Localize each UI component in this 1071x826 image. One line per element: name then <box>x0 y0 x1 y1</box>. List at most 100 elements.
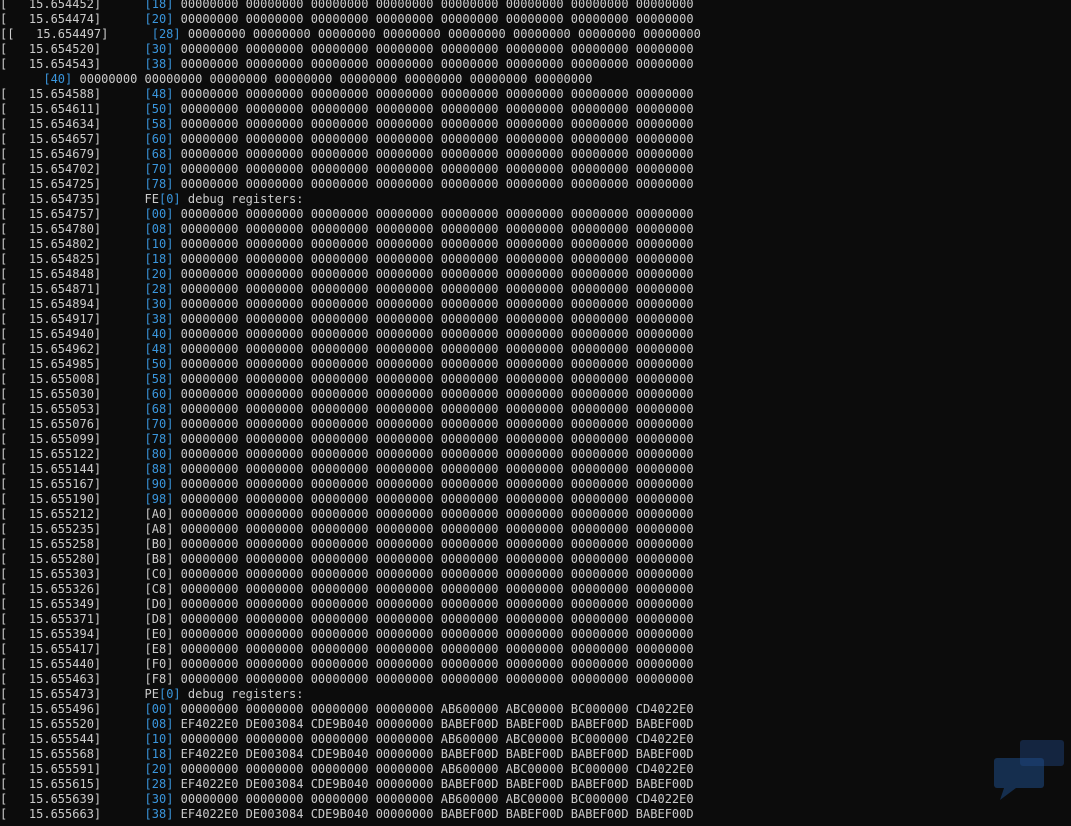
log-timestamp: [ 15.655076] <box>0 417 102 431</box>
register-values: 00000000 00000000 00000000 00000000 0000… <box>173 267 694 281</box>
register-values: 00000000 00000000 00000000 00000000 0000… <box>173 567 694 581</box>
register-values: 00000000 00000000 00000000 00000000 0000… <box>173 537 694 551</box>
register-offset: [A0] <box>144 507 174 521</box>
register-values: 00000000 00000000 00000000 00000000 0000… <box>173 117 694 131</box>
log-line: [ 15.655099] [78] 00000000 00000000 0000… <box>0 432 1071 447</box>
log-timestamp: [ 15.654962] <box>0 342 102 356</box>
register-values: EF4022E0 DE003084 CDE9B040 00000000 BABE… <box>173 717 694 731</box>
log-line: [ 15.655167] [90] 00000000 00000000 0000… <box>0 477 1071 492</box>
log-line: [ 15.655030] [60] 00000000 00000000 0000… <box>0 387 1071 402</box>
log-block-label: PE <box>144 687 159 701</box>
log-line: [ 15.655591] [20] 00000000 00000000 0000… <box>0 762 1071 777</box>
log-timestamp: [ 15.655280] <box>0 552 102 566</box>
register-offset: [38] <box>144 807 174 821</box>
register-values: EF4022E0 DE003084 CDE9B040 00000000 BABE… <box>173 747 694 761</box>
register-offset: [68] <box>144 147 174 161</box>
log-timestamp: [ 15.655463] <box>0 672 102 686</box>
log-timestamp <box>0 72 36 87</box>
register-values: 00000000 00000000 00000000 00000000 0000… <box>173 552 694 566</box>
log-line: [ 15.654520] [30] 00000000 00000000 0000… <box>0 42 1071 57</box>
register-values: 00000000 00000000 00000000 00000000 0000… <box>173 297 694 311</box>
register-values: 00000000 00000000 00000000 00000000 0000… <box>173 102 694 116</box>
log-timestamp: [ 15.655212] <box>0 507 102 521</box>
log-timestamp: [ 15.655663] <box>0 807 102 821</box>
log-timestamp: [ 15.654611] <box>0 102 102 116</box>
register-values: 00000000 00000000 00000000 00000000 0000… <box>173 357 694 371</box>
register-values: 00000000 00000000 00000000 00000000 0000… <box>173 372 694 386</box>
register-values: 00000000 00000000 00000000 00000000 AB60… <box>173 762 694 776</box>
log-line: [ 15.655663] [38] EF4022E0 DE003084 CDE9… <box>0 807 1071 822</box>
register-offset: [B8] <box>144 552 174 566</box>
register-values: 00000000 00000000 00000000 00000000 0000… <box>173 522 694 536</box>
log-timestamp: [ 15.655053] <box>0 402 102 416</box>
register-values: 00000000 00000000 00000000 00000000 0000… <box>173 462 694 476</box>
log-timestamp: [ 15.655235] <box>0 522 102 536</box>
log-line: [ 15.654611] [50] 00000000 00000000 0000… <box>0 102 1071 117</box>
log-timestamp: [ 15.654520] <box>0 42 102 56</box>
watermark-logo <box>994 740 1064 800</box>
log-timestamp: [ 15.654940] <box>0 327 102 341</box>
register-offset: [40] <box>144 327 174 341</box>
log-line: [ 15.654735] FE[0] debug registers: <box>0 192 1071 207</box>
register-values: 00000000 00000000 00000000 00000000 0000… <box>173 657 694 671</box>
register-offset: [E0] <box>144 627 174 641</box>
register-offset: [38] <box>144 57 174 71</box>
log-line: [ 15.655615] [28] EF4022E0 DE003084 CDE9… <box>0 777 1071 792</box>
register-offset: [28] <box>144 282 174 296</box>
register-values: 00000000 00000000 00000000 00000000 0000… <box>72 72 593 86</box>
register-offset: [B0] <box>144 537 174 551</box>
log-timestamp: [ 15.655122] <box>0 447 102 461</box>
register-offset: [98] <box>144 492 174 506</box>
register-values: 00000000 00000000 00000000 00000000 0000… <box>173 312 694 326</box>
log-line: [ 15.654725] [78] 00000000 00000000 0000… <box>0 177 1071 192</box>
log-timestamp: [ 15.654588] <box>0 87 102 101</box>
log-timestamp: [ 15.654871] <box>0 282 102 296</box>
register-values: 00000000 00000000 00000000 00000000 0000… <box>173 627 694 641</box>
log-timestamp: [ 15.654634] <box>0 117 102 131</box>
log-line: [ 15.655144] [88] 00000000 00000000 0000… <box>0 462 1071 477</box>
log-timestamp: [ 15.655496] <box>0 702 102 716</box>
log-line: [ 15.655371] [D8] 00000000 00000000 0000… <box>0 612 1071 627</box>
register-offset: [28] <box>151 27 181 41</box>
log-timestamp: [ 15.655303] <box>0 567 102 581</box>
register-values: 00000000 00000000 00000000 00000000 0000… <box>173 87 694 101</box>
log-line: [ 15.655190] [98] 00000000 00000000 0000… <box>0 492 1071 507</box>
register-values: EF4022E0 DE003084 CDE9B040 00000000 BABE… <box>173 777 694 791</box>
register-values: 00000000 00000000 00000000 00000000 0000… <box>173 672 694 686</box>
log-line: [ 15.654825] [18] 00000000 00000000 0000… <box>0 252 1071 267</box>
register-offset: [68] <box>144 402 174 416</box>
log-timestamp: [ 15.654657] <box>0 132 102 146</box>
log-line: [ 15.655544] [10] 00000000 00000000 0000… <box>0 732 1071 747</box>
log-timestamp: [ 15.655099] <box>0 432 102 446</box>
register-offset: [A8] <box>144 522 174 536</box>
register-offset: [18] <box>144 0 174 11</box>
log-line: [ 15.655463] [F8] 00000000 00000000 0000… <box>0 672 1071 687</box>
log-line: [ 15.654634] [58] 00000000 00000000 0000… <box>0 117 1071 132</box>
register-values: 00000000 00000000 00000000 00000000 AB60… <box>173 732 694 746</box>
log-timestamp: [ 15.655568] <box>0 747 102 761</box>
log-timestamp: [ 15.655520] <box>0 717 102 731</box>
register-offset: [88] <box>144 462 174 476</box>
log-timestamp: [ 15.654825] <box>0 252 102 266</box>
log-timestamp: [ 15.655008] <box>0 372 102 386</box>
register-offset: [28] <box>144 777 174 791</box>
register-offset: [30] <box>144 792 174 806</box>
register-offset: [58] <box>144 372 174 386</box>
register-offset: [38] <box>144 312 174 326</box>
log-line: [ 15.655122] [80] 00000000 00000000 0000… <box>0 447 1071 462</box>
register-values: 00000000 00000000 00000000 00000000 0000… <box>173 177 694 191</box>
log-block-label: FE <box>144 192 159 206</box>
register-values: 00000000 00000000 00000000 00000000 0000… <box>173 162 694 176</box>
register-offset: [58] <box>144 117 174 131</box>
terminal-output[interactable]: [ 15.654452] [18] 00000000 00000000 0000… <box>0 0 1071 822</box>
log-timestamp: [ 15.655591] <box>0 762 102 776</box>
log-line: [ 15.655417] [E8] 00000000 00000000 0000… <box>0 642 1071 657</box>
log-timestamp: [ 15.654702] <box>0 162 102 176</box>
register-offset: [D8] <box>144 612 174 626</box>
register-values: 00000000 00000000 00000000 00000000 0000… <box>173 207 694 221</box>
log-line: [ 15.654848] [20] 00000000 00000000 0000… <box>0 267 1071 282</box>
log-timestamp: [ 15.655030] <box>0 387 102 401</box>
register-offset: [00] <box>144 207 174 221</box>
register-values: 00000000 00000000 00000000 00000000 0000… <box>173 147 694 161</box>
register-offset: [30] <box>144 42 174 56</box>
